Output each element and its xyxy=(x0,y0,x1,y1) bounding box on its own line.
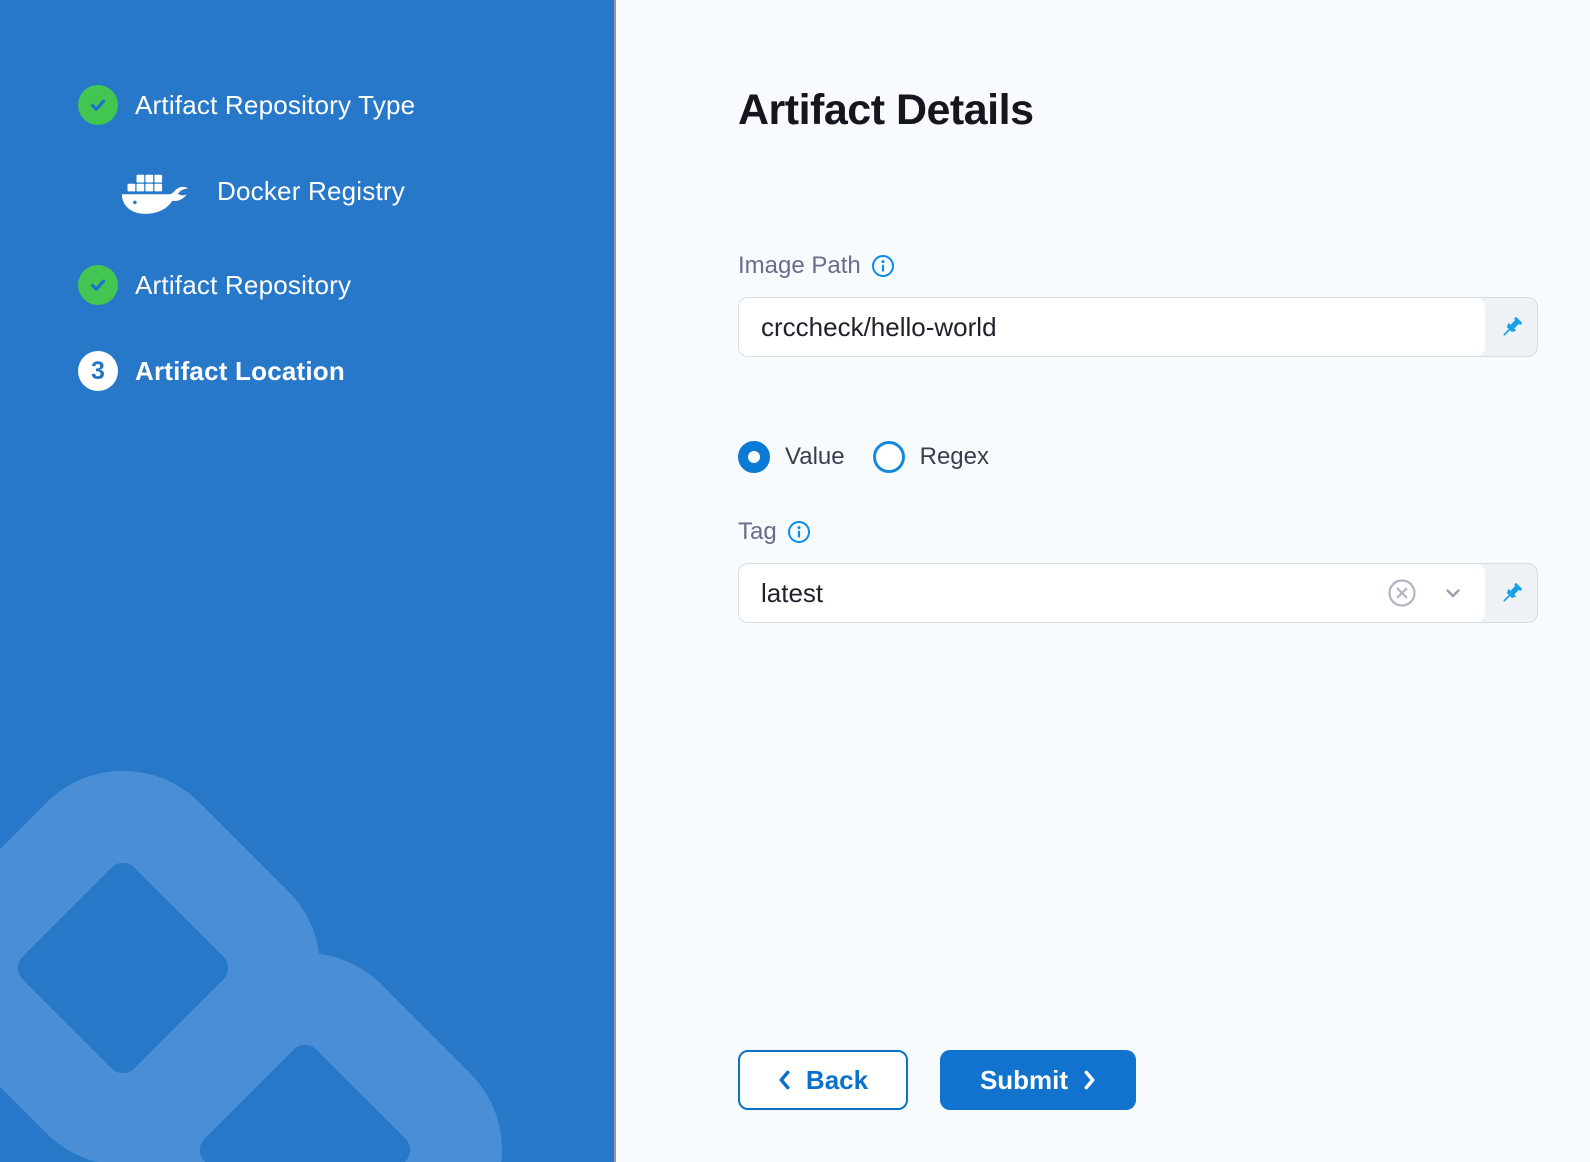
image-path-input[interactable] xyxy=(761,312,1469,343)
image-path-input-group xyxy=(738,297,1538,357)
radio-label: Regex xyxy=(920,443,989,471)
submit-button[interactable]: Submit xyxy=(940,1050,1136,1110)
wizard-steps: Artifact Repository Type Docker Registry xyxy=(0,0,614,391)
step-label: Artifact Repository Type xyxy=(135,90,415,121)
chevron-left-icon xyxy=(778,1070,791,1090)
sidebar-step-artifact-repository-type[interactable]: Artifact Repository Type xyxy=(78,85,614,125)
sidebar-step-artifact-repository[interactable]: Artifact Repository xyxy=(78,265,614,305)
artifact-details-panel: Artifact Details Image Path xyxy=(616,0,1590,1162)
tag-input-wrap xyxy=(739,564,1485,622)
radio-option-value[interactable]: Value xyxy=(738,441,845,473)
wizard-sidebar: Artifact Repository Type Docker Registry xyxy=(0,0,616,1162)
tag-input-group xyxy=(738,563,1538,623)
image-path-input-wrap xyxy=(739,298,1485,356)
radio-option-regex[interactable]: Regex xyxy=(873,441,989,473)
submit-button-label: Submit xyxy=(980,1065,1068,1096)
sidebar-substep-docker-registry: Docker Registry xyxy=(115,165,614,217)
pin-icon xyxy=(1498,314,1525,341)
docker-whale-icon xyxy=(115,165,197,217)
step-label: Artifact Location xyxy=(135,356,345,387)
image-path-label-row: Image Path xyxy=(738,251,1590,281)
step-number-badge: 3 xyxy=(78,351,118,391)
back-button-label: Back xyxy=(806,1065,868,1096)
step-complete-badge xyxy=(78,85,118,125)
clear-icon[interactable] xyxy=(1387,578,1417,608)
image-path-label: Image Path xyxy=(738,252,861,280)
tag-pin-button[interactable] xyxy=(1485,564,1537,622)
radio-selected-icon xyxy=(738,441,770,473)
check-icon xyxy=(87,274,109,296)
radio-label: Value xyxy=(785,443,845,471)
radio-unselected-icon xyxy=(873,441,905,473)
tag-type-radio-group: Value Regex xyxy=(738,441,1590,473)
image-path-pin-button[interactable] xyxy=(1485,298,1537,356)
chevron-down-icon[interactable] xyxy=(1441,581,1465,605)
tag-input[interactable] xyxy=(761,578,1377,609)
tag-label-row: Tag xyxy=(738,517,1590,547)
step-label: Artifact Repository xyxy=(135,270,351,301)
info-icon[interactable] xyxy=(871,254,895,278)
info-icon[interactable] xyxy=(787,520,811,544)
chevron-right-icon xyxy=(1083,1070,1096,1090)
back-button[interactable]: Back xyxy=(738,1050,908,1110)
page-title: Artifact Details xyxy=(738,86,1590,135)
check-icon xyxy=(87,94,109,116)
sidebar-step-artifact-location[interactable]: 3 Artifact Location xyxy=(78,351,614,391)
substep-label: Docker Registry xyxy=(217,176,405,207)
wizard-footer-buttons: Back Submit xyxy=(738,1050,1136,1110)
tag-label: Tag xyxy=(738,518,777,546)
step-complete-badge xyxy=(78,265,118,305)
pin-icon xyxy=(1498,580,1525,607)
